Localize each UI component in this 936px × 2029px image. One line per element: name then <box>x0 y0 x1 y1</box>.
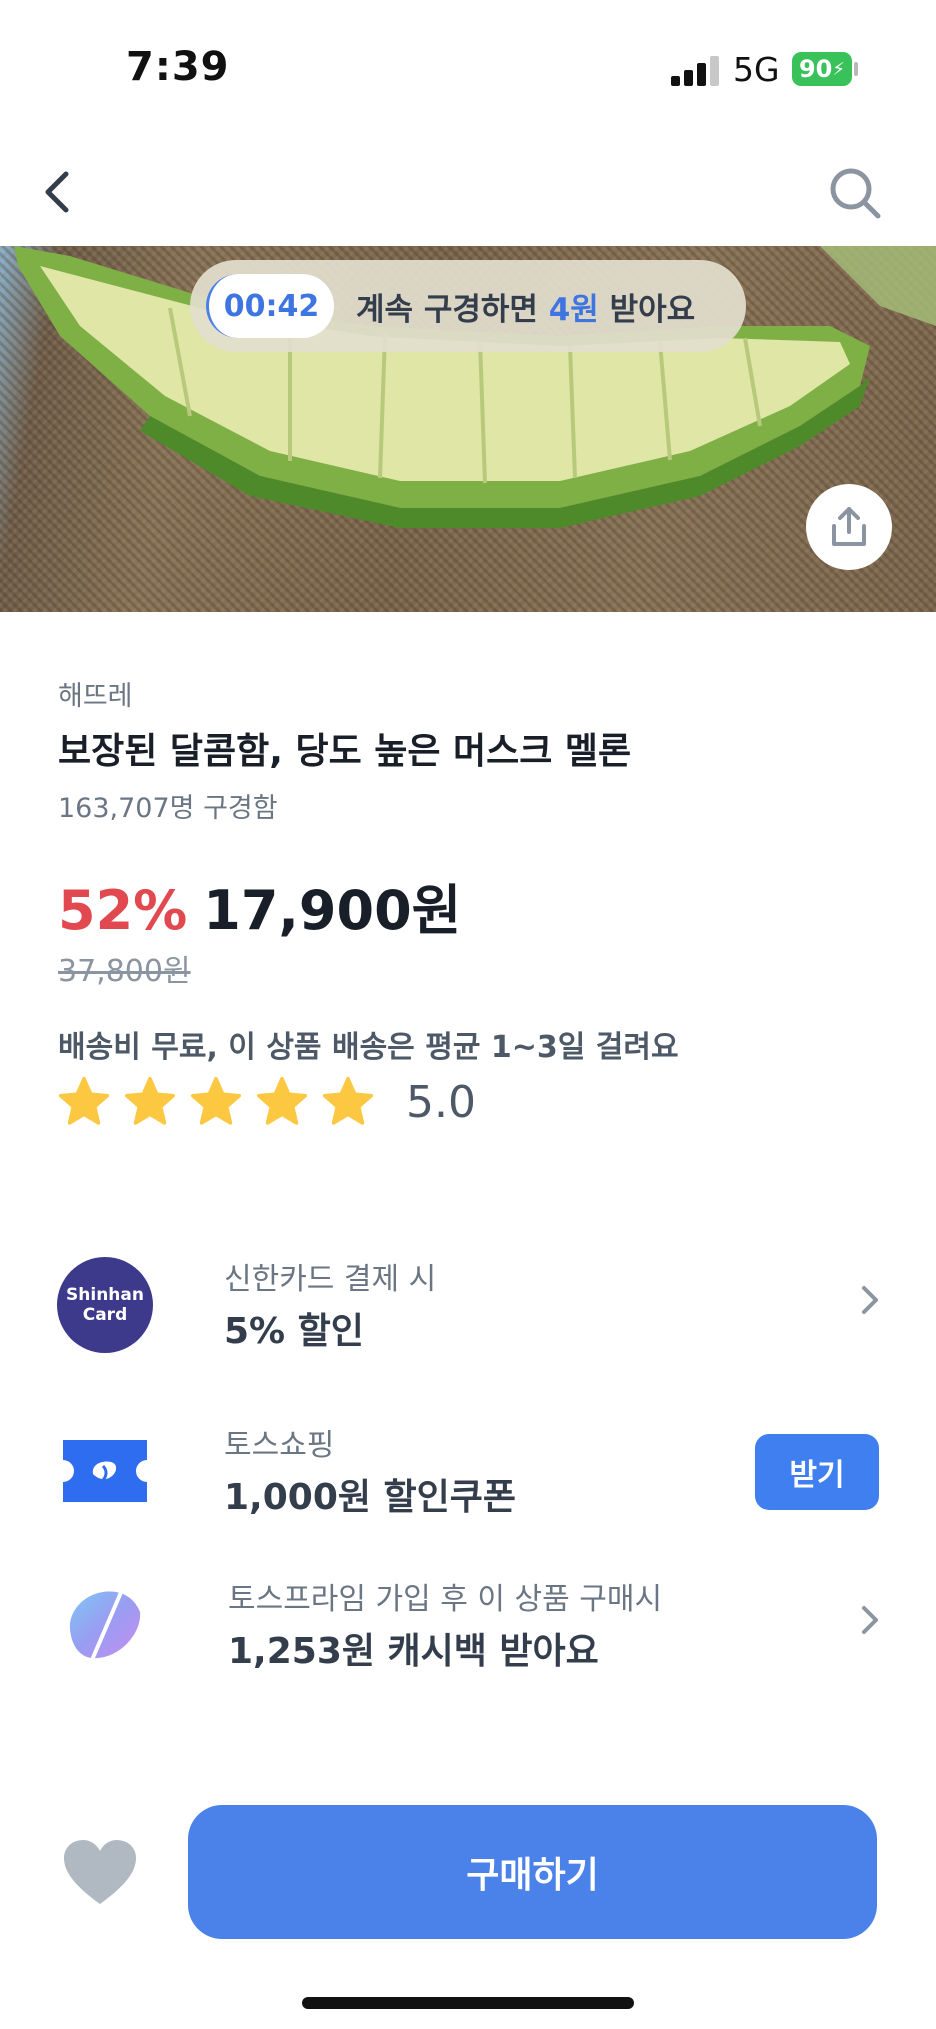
home-indicator <box>302 1997 634 2009</box>
star-icon <box>322 1076 374 1125</box>
share-icon <box>832 507 866 546</box>
wishlist-button[interactable] <box>62 1838 138 1908</box>
brand-name[interactable]: 해뜨레 <box>58 674 133 713</box>
product-image: 00:42 계속 구경하면 4원 받아요 <box>0 246 936 612</box>
shinhan-logo-badge: Shinhan Card <box>57 1257 153 1353</box>
discount-rate: 52% <box>58 879 188 942</box>
logo-line-1: Shinhan <box>66 1285 144 1305</box>
prime-sub: 토스프라임 가입 후 이 상품 구매시 <box>228 1582 663 1617</box>
star-icon <box>124 1076 176 1125</box>
star-icon <box>190 1076 242 1125</box>
prime-cashback-row[interactable]: 토스프라임 가입 후 이 상품 구매시 1,253원 캐시백 받아요 <box>0 1566 936 1676</box>
share-button[interactable] <box>806 484 892 570</box>
card-discount-sub: 신한카드 결제 시 <box>224 1262 437 1297</box>
toss-prime-icon <box>69 1589 141 1661</box>
battery-level: 90 <box>798 55 833 83</box>
search-button[interactable] <box>826 164 884 222</box>
claim-coupon-button[interactable]: 받기 <box>755 1434 879 1510</box>
signal-icon <box>671 56 719 86</box>
coupon-main: 1,000원 할인쿠폰 <box>224 1477 517 1518</box>
status-bar: 7:39 5G 90 ⚡ <box>0 0 936 140</box>
network-type: 5G <box>733 50 780 89</box>
coupon-icon-wrap <box>56 1422 154 1520</box>
coupon-icon <box>63 1440 147 1502</box>
shinhan-card-logo: Shinhan Card <box>56 1256 154 1354</box>
status-time: 7:39 <box>126 44 230 90</box>
toss-prime-logo <box>56 1576 154 1674</box>
coupon-row: 토스쇼핑 1,000원 할인쿠폰 받기 <box>0 1412 936 1522</box>
heart-icon <box>64 1840 136 1904</box>
reward-amount: 4원 <box>548 291 599 328</box>
chevron-right-icon <box>862 1606 878 1634</box>
buy-button[interactable]: 구매하기 <box>188 1805 877 1939</box>
reward-text: 계속 구경하면 4원 받아요 <box>356 284 695 329</box>
product-title: 보장된 달콤함, 당도 높은 머스크 멜론 <box>58 731 632 772</box>
search-icon <box>830 168 881 219</box>
back-button[interactable] <box>32 164 88 220</box>
reward-text-suffix: 받아요 <box>598 291 696 328</box>
price-row: 52% 17,900원 <box>58 866 461 945</box>
sale-price: 17,900원 <box>203 879 462 942</box>
chevron-right-icon <box>862 1286 878 1314</box>
rating[interactable]: 5.0 <box>56 1074 476 1130</box>
countdown-timer: 00:42 <box>206 274 334 338</box>
coupon-sub: 토스쇼핑 <box>224 1428 335 1463</box>
card-discount-main: 5% 할인 <box>224 1311 364 1352</box>
original-price: 37,800원 <box>58 954 191 989</box>
star-icon <box>256 1076 308 1125</box>
card-discount-row[interactable]: Shinhan Card 신한카드 결제 시 5% 할인 <box>0 1246 936 1356</box>
rating-value: 5.0 <box>406 1076 476 1128</box>
logo-line-2: Card <box>82 1305 128 1325</box>
browse-reward-banner: 00:42 계속 구경하면 4원 받아요 <box>190 260 746 352</box>
battery-cap <box>854 62 858 76</box>
nav-bar <box>0 140 936 246</box>
prime-main: 1,253원 캐시백 받아요 <box>228 1631 599 1672</box>
reward-text-prefix: 계속 구경하면 <box>356 291 549 328</box>
star-icon <box>58 1076 110 1125</box>
view-count: 163,707명 구경함 <box>58 793 278 824</box>
battery-icon: 90 ⚡ <box>792 52 852 86</box>
chevron-left-icon <box>45 171 69 213</box>
shipping-info: 배송비 무료, 이 상품 배송은 평균 1~3일 걸려요 <box>58 1030 679 1065</box>
